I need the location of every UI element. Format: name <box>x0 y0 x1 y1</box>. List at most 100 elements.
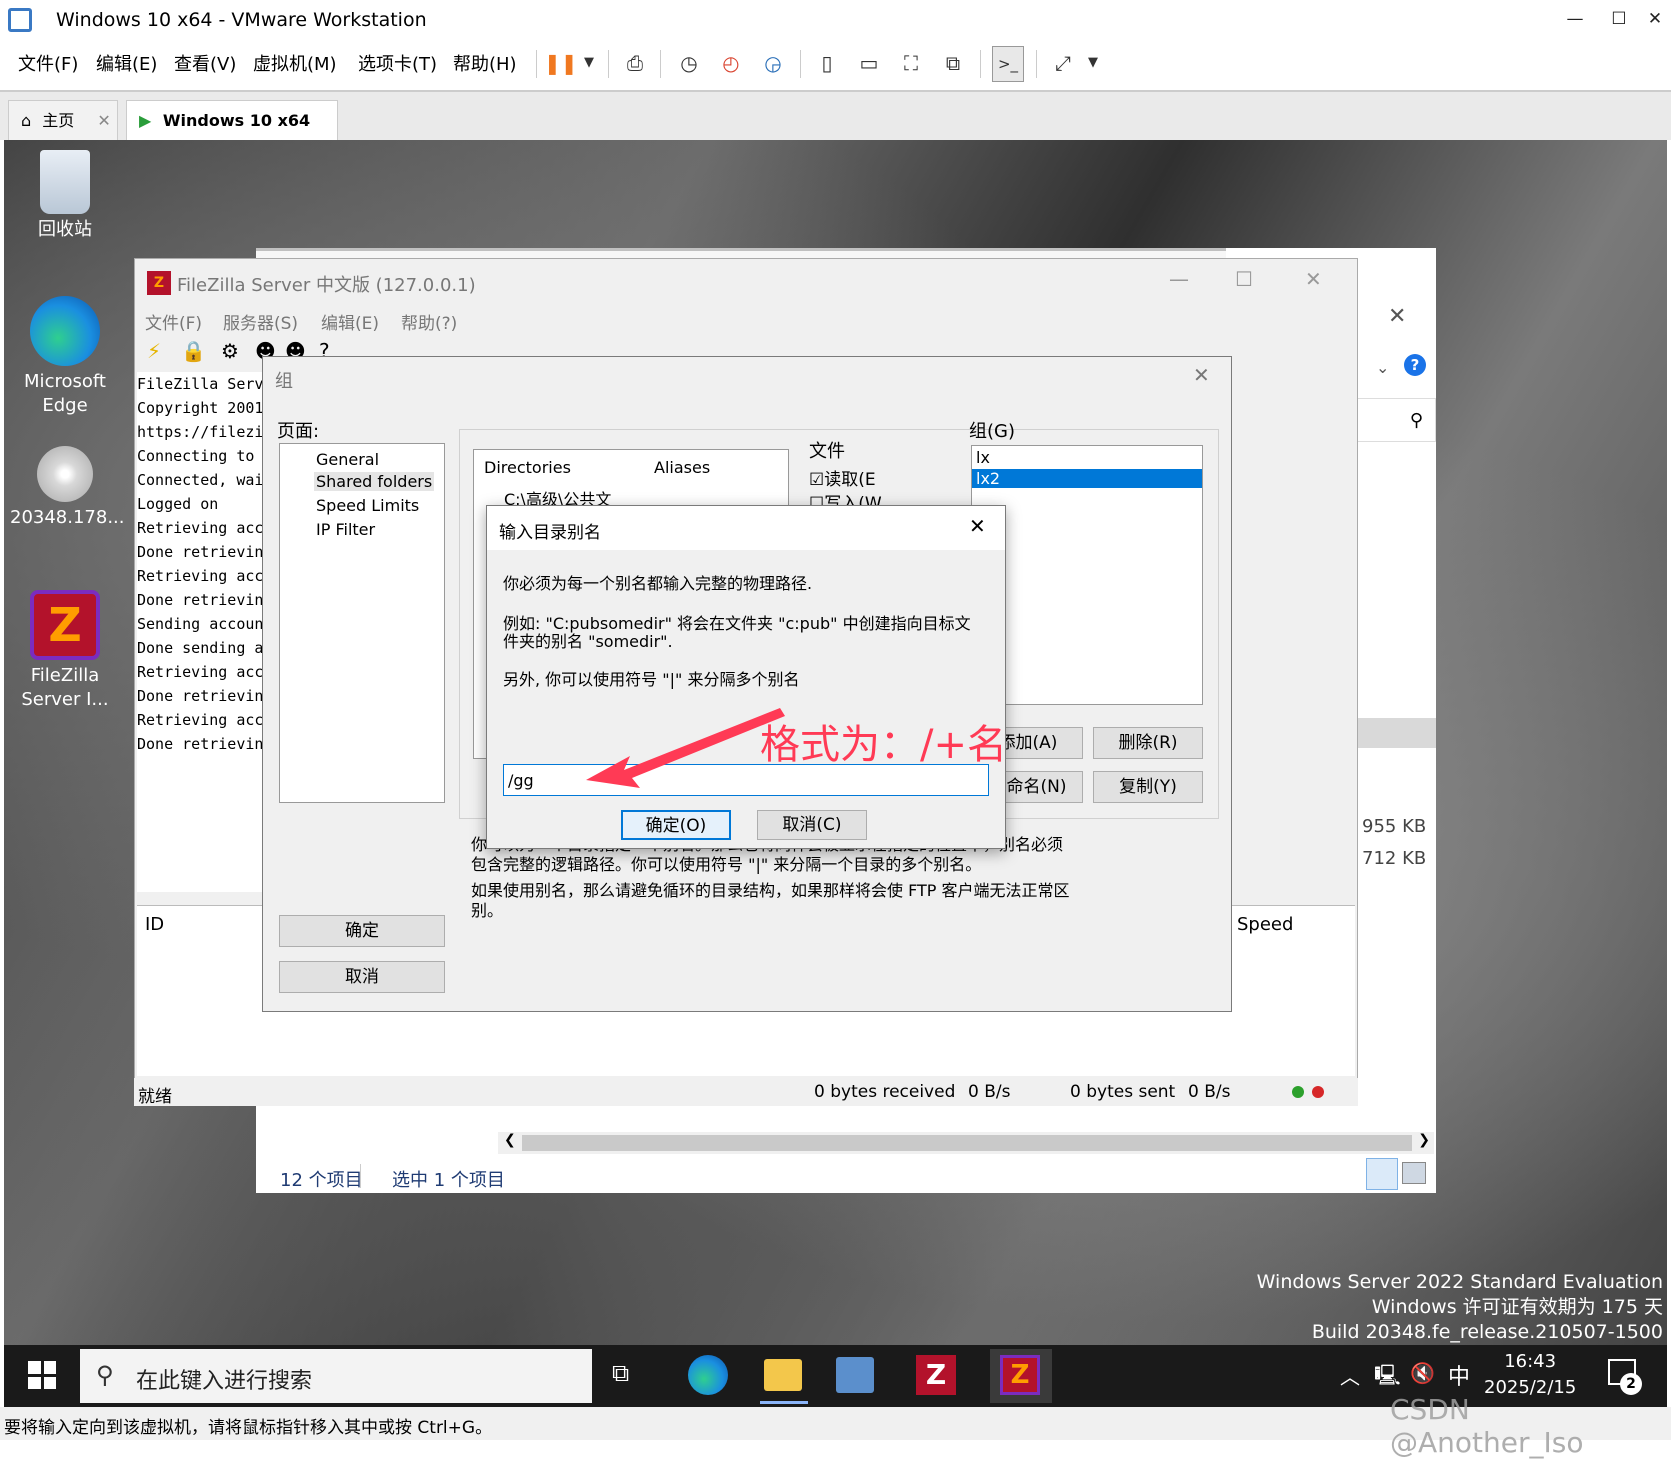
ime-indicator[interactable]: 中 <box>1448 1359 1470 1391</box>
chevron-left-icon[interactable]: ❮ <box>504 1132 516 1148</box>
close-icon[interactable]: ✕ <box>1193 363 1210 387</box>
library-icon[interactable]: ▯ <box>812 46 842 80</box>
minimize-button[interactable]: — <box>1169 267 1189 291</box>
fz-menu-file[interactable]: 文件(F) <box>145 309 202 334</box>
vmware-statusbar: 要将输入定向到该虚拟机，请将鼠标指针移入其中或按 Ctrl+G。 CSDN @A… <box>0 1393 1671 1459</box>
fz-menu-help[interactable]: 帮助(?) <box>401 309 457 334</box>
edge-icon <box>30 296 100 366</box>
horizontal-scrollbar[interactable]: ❮ ❯ <box>498 1132 1434 1154</box>
copy-button[interactable]: 复制(Y) <box>1093 771 1203 803</box>
cancel-button[interactable]: 取消 <box>279 961 445 993</box>
fullscreen-icon[interactable]: ⛶ <box>896 46 926 80</box>
filezilla-server-icon[interactable]: Z <box>1000 1355 1040 1395</box>
volume-muted-icon[interactable]: 🔇 <box>1410 1361 1435 1385</box>
page-ip-filter[interactable]: IP Filter <box>316 520 375 539</box>
fz-menu-edit[interactable]: 编辑(E) <box>321 309 379 334</box>
menu-edit[interactable]: 编辑(E) <box>96 50 157 76</box>
group-item-selected[interactable]: lx2 <box>972 469 1202 488</box>
unity-icon[interactable]: ⧉ <box>938 46 968 80</box>
home-icon: ⌂ <box>21 111 32 130</box>
close-icon[interactable]: ✕ <box>97 111 110 130</box>
details-view-icon[interactable] <box>1366 1158 1398 1190</box>
items-count: 12 个项目 <box>280 1170 363 1191</box>
chevron-down-icon[interactable]: ▼ <box>1078 46 1108 80</box>
server-manager-icon[interactable] <box>836 1357 874 1393</box>
start-icon[interactable] <box>28 1361 56 1389</box>
filezilla-log: FileZilla Serv Copyright 2001 https://file… <box>137 372 267 892</box>
menu-tabs[interactable]: 选项卡(T) <box>358 50 437 76</box>
vmware-logo-icon <box>8 8 32 32</box>
status-text: 要将输入定向到该虚拟机，请将鼠标指针移入其中或按 Ctrl+G。 <box>4 1418 493 1438</box>
close-icon[interactable]: ✕ <box>969 514 986 538</box>
window-title: Windows 10 x64 - VMware Workstation <box>56 9 427 31</box>
page-speed-limits[interactable]: Speed Limits <box>316 496 419 515</box>
checkbox-checked-icon: ☑ <box>809 470 825 490</box>
search-icon[interactable]: ⚲ <box>1356 398 1436 442</box>
thumbnail-icon[interactable]: ▭ <box>854 46 884 80</box>
close-icon[interactable]: ✕ <box>1388 304 1406 329</box>
fz-menu-server[interactable]: 服务器(S) <box>223 309 298 334</box>
file-explorer-icon[interactable] <box>764 1359 802 1391</box>
alias-example-cont: 件夹的别名 "somedir". <box>503 632 673 651</box>
tab-home[interactable]: ⌂ 主页 ✕ <box>8 100 118 140</box>
chevron-right-icon[interactable]: ❯ <box>1418 1132 1430 1148</box>
cancel-button[interactable]: 取消(C) <box>757 810 867 840</box>
tab-windows10[interactable]: ▶ Windows 10 x64 ✕ <box>126 100 338 170</box>
desktop-icon-edge[interactable]: Microsoft Edge <box>10 296 120 418</box>
send-led-icon <box>1312 1086 1324 1098</box>
notification-badge: 2 <box>1620 1373 1642 1395</box>
page-general[interactable]: General <box>316 450 379 469</box>
maximize-button[interactable]: ☐ <box>1235 267 1253 291</box>
maximize-button[interactable]: ☐ <box>1604 4 1634 34</box>
settings-icon[interactable]: ⚙ <box>221 339 239 363</box>
ok-button[interactable]: 确定 <box>279 915 445 947</box>
delete-button[interactable]: 删除(R) <box>1093 727 1203 759</box>
file-size: 955 KB <box>1362 816 1427 837</box>
stretch-icon[interactable]: ⤢ <box>1048 46 1078 80</box>
task-view-icon[interactable]: ⧉ <box>612 1359 629 1387</box>
group-item[interactable]: lx <box>972 446 1202 469</box>
column-aliases[interactable]: Aliases <box>654 458 710 477</box>
snapshot-icon[interactable]: ◷ <box>674 46 704 80</box>
minimize-button[interactable]: — <box>1560 4 1590 34</box>
annotation-arrow-icon <box>586 708 785 788</box>
large-icons-view-icon[interactable] <box>1402 1162 1426 1184</box>
network-icon[interactable]: 🖳 <box>1374 1361 1401 1395</box>
bytes-received: 0 bytes received <box>814 1082 956 1102</box>
read-checkbox[interactable]: ☑读取(E <box>809 465 876 490</box>
revert-snapshot-icon[interactable]: ◴ <box>716 46 746 80</box>
pages-tree: General Shared folders Speed Limits IP F… <box>279 443 445 803</box>
close-button[interactable]: ✕ <box>1640 4 1670 34</box>
edge-icon[interactable] <box>688 1355 728 1395</box>
menu-vm[interactable]: 虚拟机(M) <box>253 50 337 76</box>
column-id[interactable]: ID <box>145 914 164 935</box>
desktop-icon-filezilla[interactable]: Z FileZilla Server I... <box>10 590 120 712</box>
menu-file[interactable]: 文件(F) <box>18 50 78 76</box>
chevron-down-icon[interactable]: ⌄ <box>1376 358 1389 377</box>
lock-icon[interactable]: 🔒 <box>181 339 206 363</box>
close-button[interactable]: ✕ <box>1305 267 1322 291</box>
filezilla-client-icon[interactable]: Z <box>916 1355 956 1395</box>
menu-help[interactable]: 帮助(H) <box>453 50 517 76</box>
snapshot-manager-icon[interactable]: ◶ <box>758 46 788 80</box>
windows-watermark: Windows Server 2022 Standard Evaluation … <box>1256 1271 1663 1343</box>
desktop-icon-iso[interactable]: 20348.178... <box>10 446 125 530</box>
help-icon[interactable]: ? <box>1404 354 1426 376</box>
chevron-down-icon[interactable]: ▼ <box>574 46 604 80</box>
console-icon[interactable]: >_ <box>992 46 1024 82</box>
column-speed[interactable]: Speed <box>1237 914 1293 935</box>
column-directories[interactable]: Directories <box>484 458 571 477</box>
pause-icon[interactable]: ❚❚ <box>544 46 578 80</box>
page-shared-folders[interactable]: Shared folders <box>314 472 435 491</box>
chevron-up-icon[interactable]: ︿ <box>1340 1361 1360 1390</box>
taskbar-search[interactable]: ⚲ 在此键入进行搜索 <box>80 1349 592 1403</box>
recv-led-icon <box>1292 1086 1304 1098</box>
menu-view[interactable]: 查看(V) <box>174 50 236 76</box>
desktop-icon-recycle-bin[interactable]: 回收站 <box>10 150 120 242</box>
dialog-title: 组 <box>275 371 293 392</box>
filezilla-icon: Z <box>30 590 100 660</box>
ok-button[interactable]: 确定(O) <box>621 810 731 840</box>
send-keys-icon[interactable]: ⎙ <box>620 46 650 80</box>
connect-icon[interactable]: ⚡ <box>147 339 161 363</box>
bytes-sent: 0 bytes sent <box>1070 1082 1176 1102</box>
